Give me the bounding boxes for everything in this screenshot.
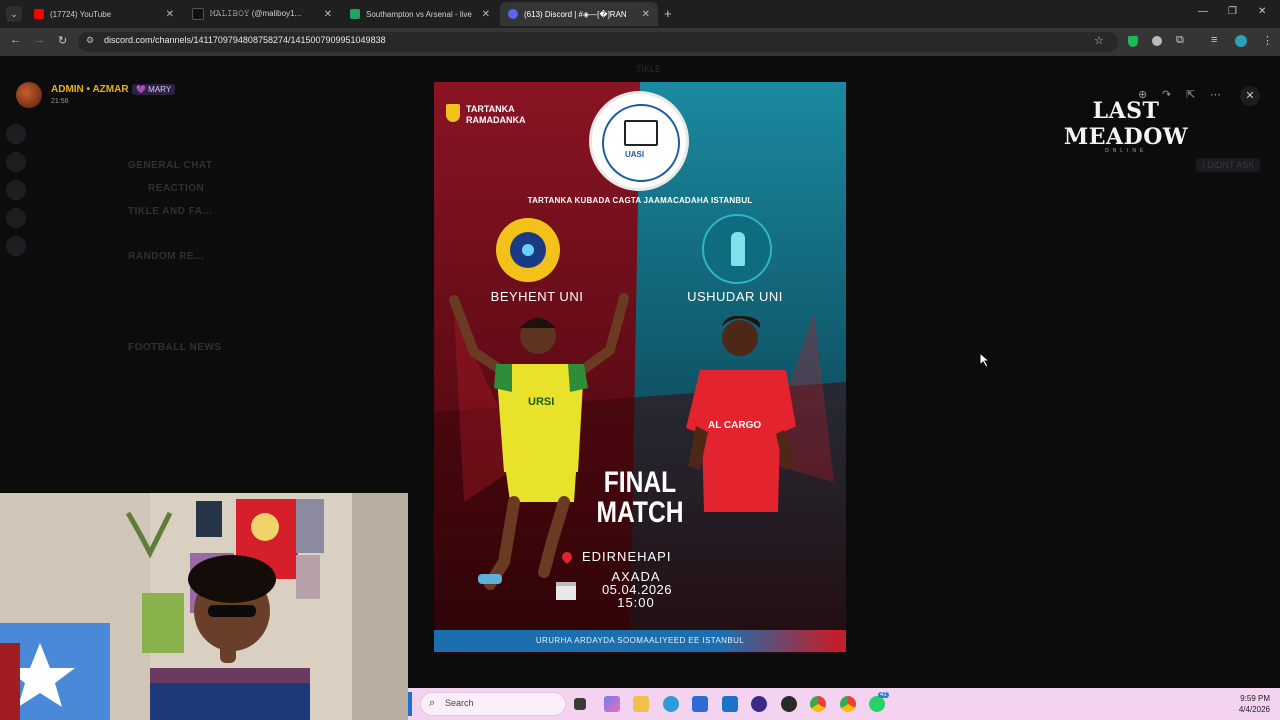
final-line-1: FINAL	[603, 466, 677, 499]
extension-shield-icon[interactable]	[1128, 36, 1138, 47]
new-tab-button[interactable]: +	[664, 6, 672, 21]
app-ring-icon[interactable]	[751, 696, 767, 712]
start-button-strip[interactable]	[408, 692, 412, 716]
author-avatar[interactable]	[16, 82, 42, 108]
calendar-icon	[556, 582, 576, 600]
author-name[interactable]: ADMIN • AZMAR	[51, 84, 129, 95]
store-icon[interactable]	[692, 696, 708, 712]
webcam-overlay	[0, 493, 408, 720]
left-player-figure	[449, 293, 629, 590]
site-info-icon[interactable]: ⚙	[86, 35, 94, 46]
server-rail	[6, 116, 32, 536]
match-time: 15:00	[617, 595, 655, 610]
poster-footer-text: URURHA ARDAYDA SOOMAALIYEED EE ISTANBUL	[535, 636, 745, 645]
brand-title: LAST MEADOW	[1063, 98, 1189, 150]
close-icon[interactable]: ✕	[324, 9, 332, 20]
whatsapp-icon[interactable]	[869, 696, 885, 712]
tiktok-icon	[192, 8, 204, 20]
taskbar-search-box[interactable]: ⌕ Search	[420, 692, 566, 716]
union-seal-logo: UASI	[592, 94, 686, 188]
tab-search-button[interactable]: ⌄	[6, 6, 22, 22]
extensions-puzzle-icon[interactable]: ⧉	[1176, 34, 1184, 47]
back-icon[interactable]: ←	[10, 34, 21, 46]
menu-dots-icon[interactable]: ⋮	[1262, 34, 1273, 47]
team-right-name: USHUDAR UNI	[687, 289, 783, 304]
book-icon	[624, 120, 658, 146]
browser-tab-bar: ⌄ (17724) YouTube ✕ 𝙼𝙰𝙻𝙸𝙱𝙾𝚈 (@maliboy1..…	[0, 0, 1280, 28]
reload-icon[interactable]: ↻	[58, 34, 67, 47]
copilot-icon[interactable]	[604, 696, 620, 712]
reaction-pill[interactable]: I DIDNT ASK	[1196, 158, 1261, 172]
extension-circle-icon[interactable]	[1152, 36, 1162, 46]
edge-icon[interactable]	[663, 696, 679, 712]
tab-label: Southampton vs Arsenal - live	[366, 9, 472, 19]
task-view-icon[interactable]	[574, 698, 586, 710]
search-placeholder: Search	[445, 698, 474, 708]
close-window-icon[interactable]: ✕	[1258, 6, 1266, 17]
tab-discord[interactable]: (613) Discord | #◈—[�]RAN ✕	[500, 2, 658, 26]
forward-icon[interactable]: →	[34, 34, 45, 46]
left-jersey-text: URSI	[528, 396, 555, 408]
ushudar-crest-logo	[702, 214, 772, 284]
match-poster-image[interactable]: TARTANKA RAMADANKA UASI TARTANKA KUBADA …	[434, 82, 846, 654]
whatsapp-badge: 41	[878, 692, 889, 698]
seal-label: UASI	[625, 150, 645, 159]
right-jersey-text: AL CARGO	[708, 420, 762, 431]
brand-overlay-logo: LAST MEADOW ONLINE	[1030, 98, 1222, 154]
close-icon[interactable]: ✕	[482, 9, 490, 20]
channel-reaction[interactable]: REACTION	[148, 183, 204, 194]
venue-name: EDIRNEHAPI	[582, 549, 672, 564]
top-channel-label: TIKLE	[636, 64, 662, 74]
trophy-label: TARTANKA RAMADANKA	[466, 104, 526, 125]
message-time: 21:56	[51, 98, 69, 105]
clock-date[interactable]: 4/4/2026	[1222, 705, 1270, 714]
trophy-icon	[446, 104, 460, 122]
clock-time[interactable]: 9:59 PM	[1226, 694, 1270, 703]
tournament-line: TARTANKA KUBADA CAGTA JAAMACADAHA ISTANB…	[527, 196, 753, 205]
url-text[interactable]: discord.com/channels/1411709794808758274…	[104, 35, 386, 45]
webcam-scene	[0, 493, 408, 720]
tab-sheets[interactable]: Southampton vs Arsenal - live ✕	[342, 2, 498, 26]
channel-random[interactable]: RANDOM RE...	[128, 251, 204, 262]
discord-icon	[508, 9, 518, 19]
close-icon[interactable]: ✕	[166, 9, 174, 20]
outlook-icon[interactable]	[722, 696, 738, 712]
youtube-icon	[34, 9, 44, 19]
tab-youtube[interactable]: (17724) YouTube ✕	[26, 2, 182, 26]
mouse-cursor-icon	[979, 352, 991, 368]
close-lightbox-button[interactable]: ✕	[1240, 86, 1260, 106]
profile-avatar[interactable]	[1235, 35, 1247, 47]
channel-football-news[interactable]: FOOTBALL NEWS	[128, 342, 222, 353]
search-icon: ⌕	[429, 697, 436, 709]
minimize-icon[interactable]: —	[1198, 6, 1208, 17]
chrome-profile-icon[interactable]	[840, 696, 856, 712]
channel-tikle[interactable]: TIKLE AND FA...	[128, 206, 212, 217]
beyhent-crest-logo	[496, 218, 560, 282]
restore-icon[interactable]: ❐	[1228, 6, 1237, 17]
media-control-icon[interactable]: ≡	[1211, 34, 1217, 46]
app-dark-icon[interactable]	[781, 696, 797, 712]
tab-label: (17724) YouTube	[50, 9, 112, 19]
poster-footer-strip: URURHA ARDAYDA SOOMAALIYEED EE ISTANBUL	[434, 630, 846, 652]
channel-general-chat[interactable]: GENERAL CHAT	[128, 160, 213, 171]
chrome-icon[interactable]	[810, 696, 826, 712]
tab-label: (613) Discord | #◈—[�]RAN	[524, 9, 627, 19]
file-explorer-icon[interactable]	[633, 696, 649, 712]
author-tag: 💜 MARY	[132, 84, 176, 95]
tab-tiktok[interactable]: 𝙼𝙰𝙻𝙸𝙱𝙾𝚈 (@maliboy1... ✕	[184, 2, 340, 26]
bookmark-star-icon[interactable]: ☆	[1094, 34, 1104, 47]
tab-label: 𝙼𝙰𝙻𝙸𝙱𝙾𝚈 (@maliboy1...	[210, 9, 302, 18]
brand-subtitle: ONLINE	[1104, 148, 1148, 154]
close-icon[interactable]: ✕	[642, 9, 650, 20]
sheets-icon	[350, 9, 360, 19]
final-line-2: MATCH	[596, 496, 684, 529]
